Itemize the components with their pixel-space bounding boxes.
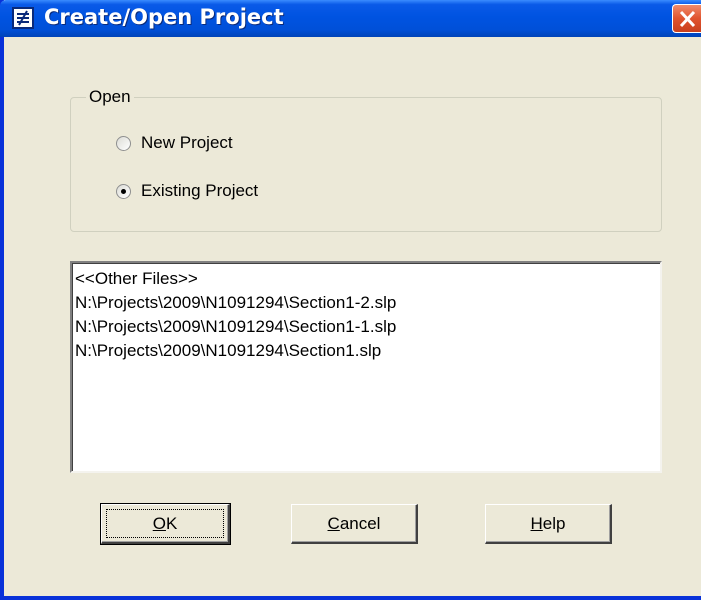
radio-existing-project-label: Existing Project (141, 181, 259, 200)
recent-files-list[interactable]: <<Other Files>> N:\Projects\2009\N109129… (70, 261, 662, 473)
cancel-label-rest: ancel (339, 513, 381, 533)
cancel-button[interactable]: Cancel (291, 504, 418, 544)
ok-button[interactable]: OK (100, 503, 231, 545)
open-groupbox (70, 97, 662, 232)
radio-new-project[interactable]: New Project (116, 133, 233, 153)
list-item[interactable]: N:\Projects\2009\N1091294\Section1-2.slp (75, 291, 657, 315)
radio-button-icon[interactable] (116, 135, 131, 151)
cancel-mnemonic: C (327, 513, 340, 533)
list-item[interactable]: N:\Projects\2009\N1091294\Section1-1.slp (75, 315, 657, 339)
close-icon (679, 10, 696, 28)
close-button[interactable] (672, 4, 701, 33)
help-button[interactable]: Help (485, 504, 612, 544)
list-item[interactable]: <<Other Files>> (75, 267, 657, 291)
radio-existing-project[interactable]: Existing Project (116, 181, 258, 201)
help-label-rest: elp (542, 513, 566, 533)
radio-button-selected-icon[interactable] (116, 183, 131, 199)
create-open-project-dialog: Create/Open Project Open New Project Exi… (0, 0, 701, 600)
app-project-icon (12, 7, 34, 29)
focus-rectangle (106, 509, 224, 538)
open-group-legend: Open (86, 87, 134, 107)
window-title: Create/Open Project (44, 5, 284, 29)
help-mnemonic: H (530, 513, 543, 533)
radio-new-project-label: New Project (141, 133, 233, 152)
title-bar[interactable]: Create/Open Project (0, 0, 701, 37)
list-item[interactable]: N:\Projects\2009\N1091294\Section1.slp (75, 339, 657, 363)
